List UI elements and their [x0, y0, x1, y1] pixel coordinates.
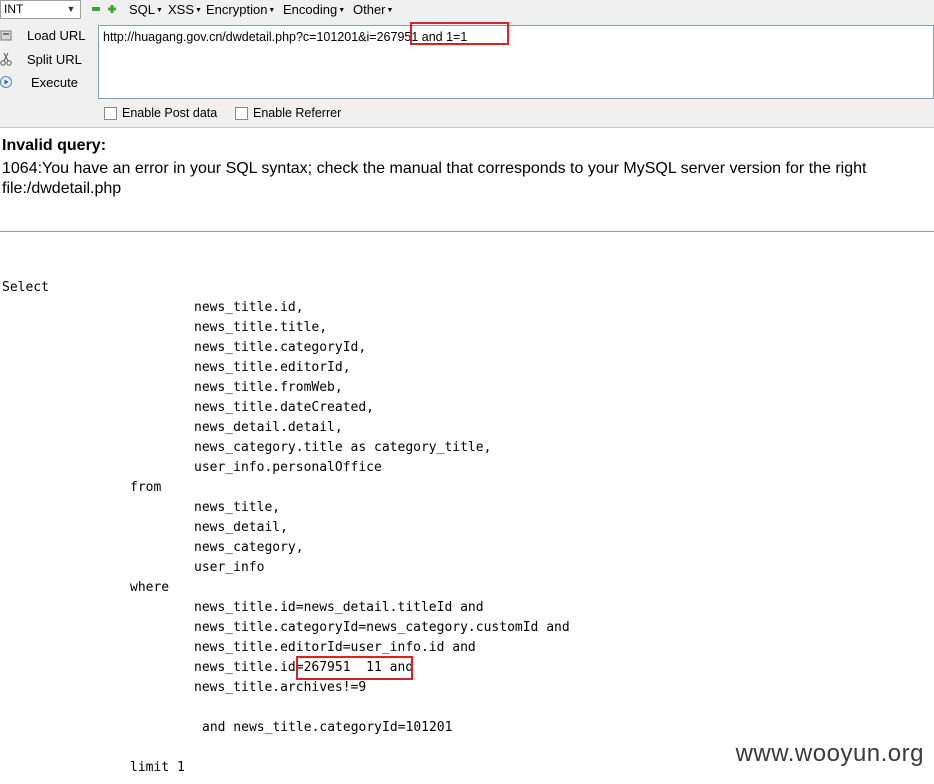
sql-line: news_title.id=news_detail.titleId and — [194, 600, 484, 615]
checkbox-label: Enable Post data — [122, 106, 218, 120]
sql-line: news_title.id, — [194, 300, 304, 315]
sql-line: user_info — [194, 560, 265, 575]
sql-from-keyword: from — [130, 480, 162, 495]
chevron-down-icon: ▼ — [66, 4, 76, 14]
menu-other[interactable]: Other▼ — [353, 2, 393, 17]
caret-down-icon: ▼ — [386, 7, 394, 15]
watermark-text: www.wooyun.org — [735, 740, 924, 767]
load-url-label: Load URL — [27, 28, 86, 43]
sql-line: user_info.personalOffice — [194, 460, 382, 475]
menu-label: Other — [353, 2, 386, 17]
menu-label: Encoding — [283, 2, 338, 17]
highlight-box-sql — [296, 656, 413, 680]
checkbox-box[interactable] — [104, 107, 117, 120]
play-icon — [0, 76, 12, 88]
sql-select-keyword: Select — [2, 280, 49, 295]
sql-line: news_title.dateCreated, — [194, 400, 375, 415]
plus-icon[interactable] — [108, 5, 116, 13]
sql-line: news_title.title, — [194, 320, 328, 335]
injection-type-select[interactable]: INT ▼ — [0, 0, 81, 19]
menu-label: XSS — [168, 2, 195, 17]
checkbox-box[interactable] — [235, 107, 248, 120]
select-value: INT — [4, 2, 24, 16]
load-url-icon — [0, 30, 12, 41]
sql-line: news_title.fromWeb, — [194, 380, 343, 395]
caret-down-icon: ▼ — [268, 7, 276, 15]
sql-line: and news_title.categoryId=101201 — [202, 720, 453, 735]
scissors-icon — [0, 52, 12, 66]
menu-encryption[interactable]: Encryption▼ — [206, 2, 275, 17]
error-message: 1064:You have an error in your SQL synta… — [2, 160, 867, 177]
divider — [0, 231, 934, 232]
checkbox-label: Enable Referrer — [253, 106, 342, 120]
caret-down-icon: ▼ — [338, 7, 346, 15]
menu-label: Encryption — [206, 2, 268, 17]
sql-line: news_title.categoryId, — [194, 340, 367, 355]
sql-line: news_detail.detail, — [194, 420, 343, 435]
url-input[interactable]: http://huagang.gov.cn/dwdetail.php?c=101… — [98, 25, 934, 99]
sql-line: news_category, — [194, 540, 304, 555]
sql-line: news_title.categoryId=news_category.cust… — [194, 620, 570, 635]
error-file: file:/dwdetail.php — [2, 180, 122, 197]
menu-encoding[interactable]: Encoding▼ — [283, 2, 345, 17]
menu-xss[interactable]: XSS▼ — [168, 2, 202, 17]
sql-line: news_title, — [194, 500, 281, 515]
sql-line: news_title.editorId=user_info.id and — [194, 640, 476, 655]
caret-down-icon: ▼ — [195, 7, 202, 15]
execute-label: Execute — [31, 75, 78, 90]
sql-where-keyword: where — [130, 580, 170, 595]
menu-label: SQL — [129, 2, 156, 17]
minus-icon[interactable] — [92, 5, 100, 13]
error-title: Invalid query: — [2, 137, 107, 154]
sql-line: news_title.editorId, — [194, 360, 351, 375]
menu-sql[interactable]: SQL▼ — [129, 2, 163, 17]
caret-down-icon: ▼ — [156, 7, 163, 15]
split-url-label: Split URL — [27, 52, 82, 67]
sql-limit: limit 1 — [130, 760, 185, 775]
sql-line: news_category.title as category_title, — [194, 440, 492, 455]
highlight-box-url — [410, 22, 509, 45]
sql-line: news_title.archives!=9 — [194, 680, 367, 695]
sql-line: news_detail, — [194, 520, 288, 535]
hackbar-toolbar: INT ▼ SQL▼ XSS▼ Encryption▼ Encoding▼ Ot… — [0, 0, 934, 128]
